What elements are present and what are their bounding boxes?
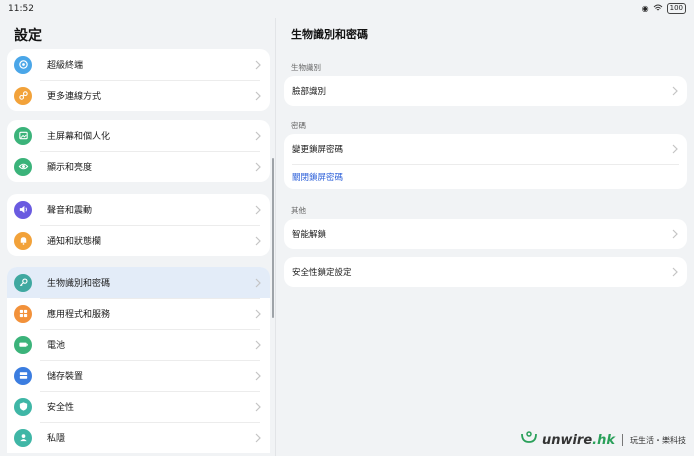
key-icon xyxy=(14,273,32,292)
battery-icon xyxy=(14,335,32,354)
chevron-right-icon xyxy=(255,60,261,69)
sidebar-item-super-device[interactable]: 超級終端 xyxy=(7,49,270,80)
sidebar-item-label: 電池 xyxy=(47,341,66,351)
disable-lockscreen-password-link[interactable]: 關閉鎖屏密碼 xyxy=(284,164,687,189)
chevron-right-icon xyxy=(255,278,261,287)
sidebar-item-sound-vibration[interactable]: 聲音和震動 xyxy=(7,194,270,225)
chevron-right-icon xyxy=(672,86,678,96)
sidebar-item-label: 安全性 xyxy=(47,403,75,413)
chevron-right-icon xyxy=(255,236,261,245)
sidebar-scrollbar[interactable] xyxy=(272,158,274,318)
face-recognition-row[interactable]: 臉部識別 xyxy=(284,76,687,106)
security-lock-card: 安全性鎖定設定 xyxy=(284,257,687,287)
watermark-logo-main: unwire xyxy=(541,432,593,448)
chevron-right-icon xyxy=(255,371,261,380)
watermark-tagline: 玩生活・樂科技 xyxy=(630,435,686,445)
sidebar-item-label: 私隱 xyxy=(47,434,66,444)
row-label: 變更鎖屏密碼 xyxy=(292,145,344,155)
sidebar-item-label: 儲存裝置 xyxy=(47,372,84,382)
sidebar-item-label: 更多連線方式 xyxy=(47,92,102,102)
status-bar: 11:52 ◉ 100 xyxy=(0,0,694,18)
section-label-other: 其他 xyxy=(291,206,306,215)
row-label: 關閉鎖屏密碼 xyxy=(292,172,344,183)
sidebar-item-label: 應用程式和服務 xyxy=(47,310,111,320)
chevron-right-icon xyxy=(255,91,261,100)
battery-indicator: 100 xyxy=(666,3,686,14)
sidebar-item-apps-services[interactable]: 應用程式和服務 xyxy=(7,298,270,329)
smart-unlock-row[interactable]: 智能解鎖 xyxy=(284,219,687,249)
section-label-password: 密碼 xyxy=(291,121,306,130)
link-icon xyxy=(14,86,32,105)
chevron-right-icon xyxy=(255,433,261,442)
detail-panel: 生物識別和密碼 生物識別 臉部識別 密碼 變更鎖屏密碼 關閉鎖屏密碼 其他 智能… xyxy=(277,18,694,456)
storage-icon xyxy=(14,366,32,385)
speaker-icon xyxy=(14,200,32,219)
watermark-logo: unwire.hk xyxy=(542,433,615,448)
page-title: 生物識別和密碼 xyxy=(291,28,368,41)
row-label: 安全性鎖定設定 xyxy=(292,268,352,278)
sidebar-item-storage[interactable]: 儲存裝置 xyxy=(7,360,270,391)
sidebar-item-label: 通知和狀態欄 xyxy=(47,237,102,247)
status-time: 11:52 xyxy=(8,4,34,14)
sidebar-item-more-connections[interactable]: 更多連線方式 xyxy=(7,80,270,111)
row-label: 智能解鎖 xyxy=(292,230,327,240)
sidebar-item-home-screen[interactable]: 主屏幕和個人化 xyxy=(7,120,270,151)
other-card: 智能解鎖 xyxy=(284,219,687,249)
status-icons: ◉ 100 xyxy=(642,3,686,14)
chevron-right-icon xyxy=(672,144,678,154)
unwire-logo-icon xyxy=(520,430,538,450)
watermark-divider xyxy=(622,434,623,446)
password-card: 變更鎖屏密碼 關閉鎖屏密碼 xyxy=(284,134,687,189)
shield-icon xyxy=(14,397,32,416)
change-lockscreen-password-row[interactable]: 變更鎖屏密碼 xyxy=(284,134,687,164)
sidebar-item-display-brightness[interactable]: 顯示和亮度 xyxy=(7,151,270,182)
chevron-right-icon xyxy=(255,402,261,411)
settings-group-system: 生物識別和密碼 應用程式和服務 電池 儲存裝置 安全性 私隱 xyxy=(7,267,270,453)
super-device-icon xyxy=(14,55,32,74)
wifi-icon xyxy=(653,4,663,14)
sidebar-item-label: 顯示和亮度 xyxy=(47,163,93,173)
security-lock-settings-row[interactable]: 安全性鎖定設定 xyxy=(284,257,687,287)
bell-icon xyxy=(14,231,32,250)
chevron-right-icon xyxy=(255,309,261,318)
settings-group-display: 主屏幕和個人化 顯示和亮度 xyxy=(7,120,270,182)
privacy-icon xyxy=(14,428,32,447)
sidebar-item-notifications[interactable]: 通知和狀態欄 xyxy=(7,225,270,256)
watermark-logo-suffix: .hk xyxy=(592,432,615,448)
apps-icon xyxy=(14,304,32,323)
watermark: unwire.hk 玩生活・樂科技 xyxy=(520,430,686,450)
chevron-right-icon xyxy=(255,162,261,171)
sidebar-item-label: 生物識別和密碼 xyxy=(47,279,111,289)
section-label-biometrics: 生物識別 xyxy=(291,63,321,72)
image-icon xyxy=(14,126,32,145)
chevron-right-icon xyxy=(672,229,678,239)
settings-title: 設定 xyxy=(14,28,42,44)
biometrics-card: 臉部識別 xyxy=(284,76,687,106)
settings-sidebar: 設定 超級終端 更多連線方式 主屏幕和個人化 顯示和亮度 聲音和震動 通知和狀態… xyxy=(0,18,276,456)
settings-group-sound-notifications: 聲音和震動 通知和狀態欄 xyxy=(7,194,270,256)
sidebar-item-privacy[interactable]: 私隱 xyxy=(7,422,270,453)
chevron-right-icon xyxy=(255,131,261,140)
row-label: 臉部識別 xyxy=(292,87,327,97)
alarm-icon: ◉ xyxy=(641,4,649,13)
eye-icon xyxy=(14,157,32,176)
sidebar-item-battery[interactable]: 電池 xyxy=(7,329,270,360)
chevron-right-icon xyxy=(255,205,261,214)
chevron-right-icon xyxy=(255,340,261,349)
chevron-right-icon xyxy=(672,267,678,277)
sidebar-item-label: 聲音和震動 xyxy=(47,206,93,216)
sidebar-item-security[interactable]: 安全性 xyxy=(7,391,270,422)
sidebar-item-label: 超級終端 xyxy=(47,61,84,71)
sidebar-item-label: 主屏幕和個人化 xyxy=(47,132,111,142)
sidebar-item-biometrics-password[interactable]: 生物識別和密碼 xyxy=(7,267,270,298)
settings-group-connectivity: 超級終端 更多連線方式 xyxy=(7,49,270,111)
